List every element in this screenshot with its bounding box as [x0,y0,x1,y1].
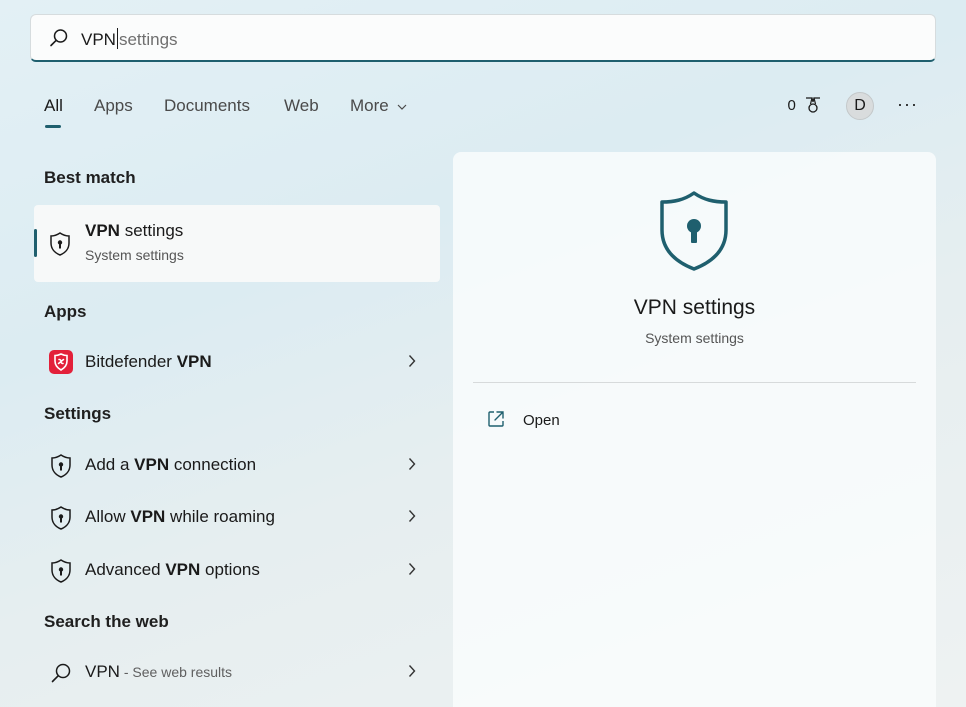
search-typed-text: VPN [81,30,116,49]
best-match-subtitle: System settings [85,247,184,263]
section-best-match: Best match [44,168,136,187]
list-item-advanced-vpn-options[interactable]: Advanced VPN options [34,548,440,592]
section-search-web: Search the web [44,612,169,631]
divider [473,382,916,383]
list-item-label: VPN - See web results [85,662,233,681]
tab-web[interactable]: Web [284,96,319,116]
rewards-points-count: 0 [787,97,796,114]
section-apps: Apps [44,302,87,321]
best-match-title: VPN settings [85,221,184,240]
list-item-label: Bitdefender VPN [85,352,212,371]
chevron-right-icon [408,458,416,470]
shield-lock-icon [51,454,71,478]
detail-panel: VPN settings System settings Open [453,152,936,707]
shield-lock-icon [660,191,728,271]
shield-lock-icon [50,232,70,256]
text-caret [116,28,118,49]
search-suggestion-text: settings [118,30,178,49]
detail-title: VPN settings [633,296,756,319]
search-icon [50,29,68,47]
header-tools: 0 D ··· [770,92,930,120]
open-button-label: Open [523,412,560,429]
tab-all[interactable]: All [44,96,63,128]
tab-apps[interactable]: Apps [94,96,133,116]
bitdefender-vpn-icon [49,350,73,374]
tab-more[interactable]: More [350,96,407,116]
detail-subtitle: System settings [645,330,744,346]
chevron-right-icon [408,355,416,367]
avatar[interactable]: D [846,92,874,120]
chevron-right-icon [408,510,416,522]
list-item-label: Add a VPN connection [85,455,257,474]
list-item-allow-vpn-roaming[interactable]: Allow VPN while roaming [34,495,440,539]
more-options-button[interactable]: ··· [897,94,918,115]
list-item-bitdefender-vpn[interactable]: Bitdefender VPN [34,340,440,384]
section-settings: Settings [44,404,112,423]
tab-documents[interactable]: Documents [164,96,250,116]
shield-lock-icon [51,559,71,583]
rewards-points[interactable]: 0 [787,96,822,114]
tab-all-label: All [44,96,63,115]
selection-indicator [34,229,37,257]
chevron-right-icon [408,665,416,677]
open-external-icon [488,411,504,427]
ellipsis-icon: ··· [897,94,918,114]
search-box[interactable]: VPN settings [30,14,936,62]
tab-web-label: Web [284,96,319,115]
list-item-add-vpn-connection[interactable]: Add a VPN connection [34,443,440,487]
list-item-label: Allow VPN while roaming [85,507,275,526]
search-icon [51,663,71,683]
search-input[interactable]: VPN settings [81,28,178,50]
active-tab-indicator [45,125,62,128]
chevron-right-icon [408,563,416,575]
medal-icon [806,97,820,113]
list-item-label: Advanced VPN options [85,560,260,579]
best-match-result[interactable]: VPN settings System settings [34,205,440,282]
list-item-web-search[interactable]: VPN - See web results [34,650,440,694]
tab-documents-label: Documents [164,96,250,115]
shield-lock-icon [51,506,71,530]
tab-more-label: More [350,96,389,115]
open-button[interactable]: Open [481,408,601,432]
avatar-initial: D [854,97,866,114]
chevron-down-icon [398,104,407,110]
tab-apps-label: Apps [94,96,133,115]
